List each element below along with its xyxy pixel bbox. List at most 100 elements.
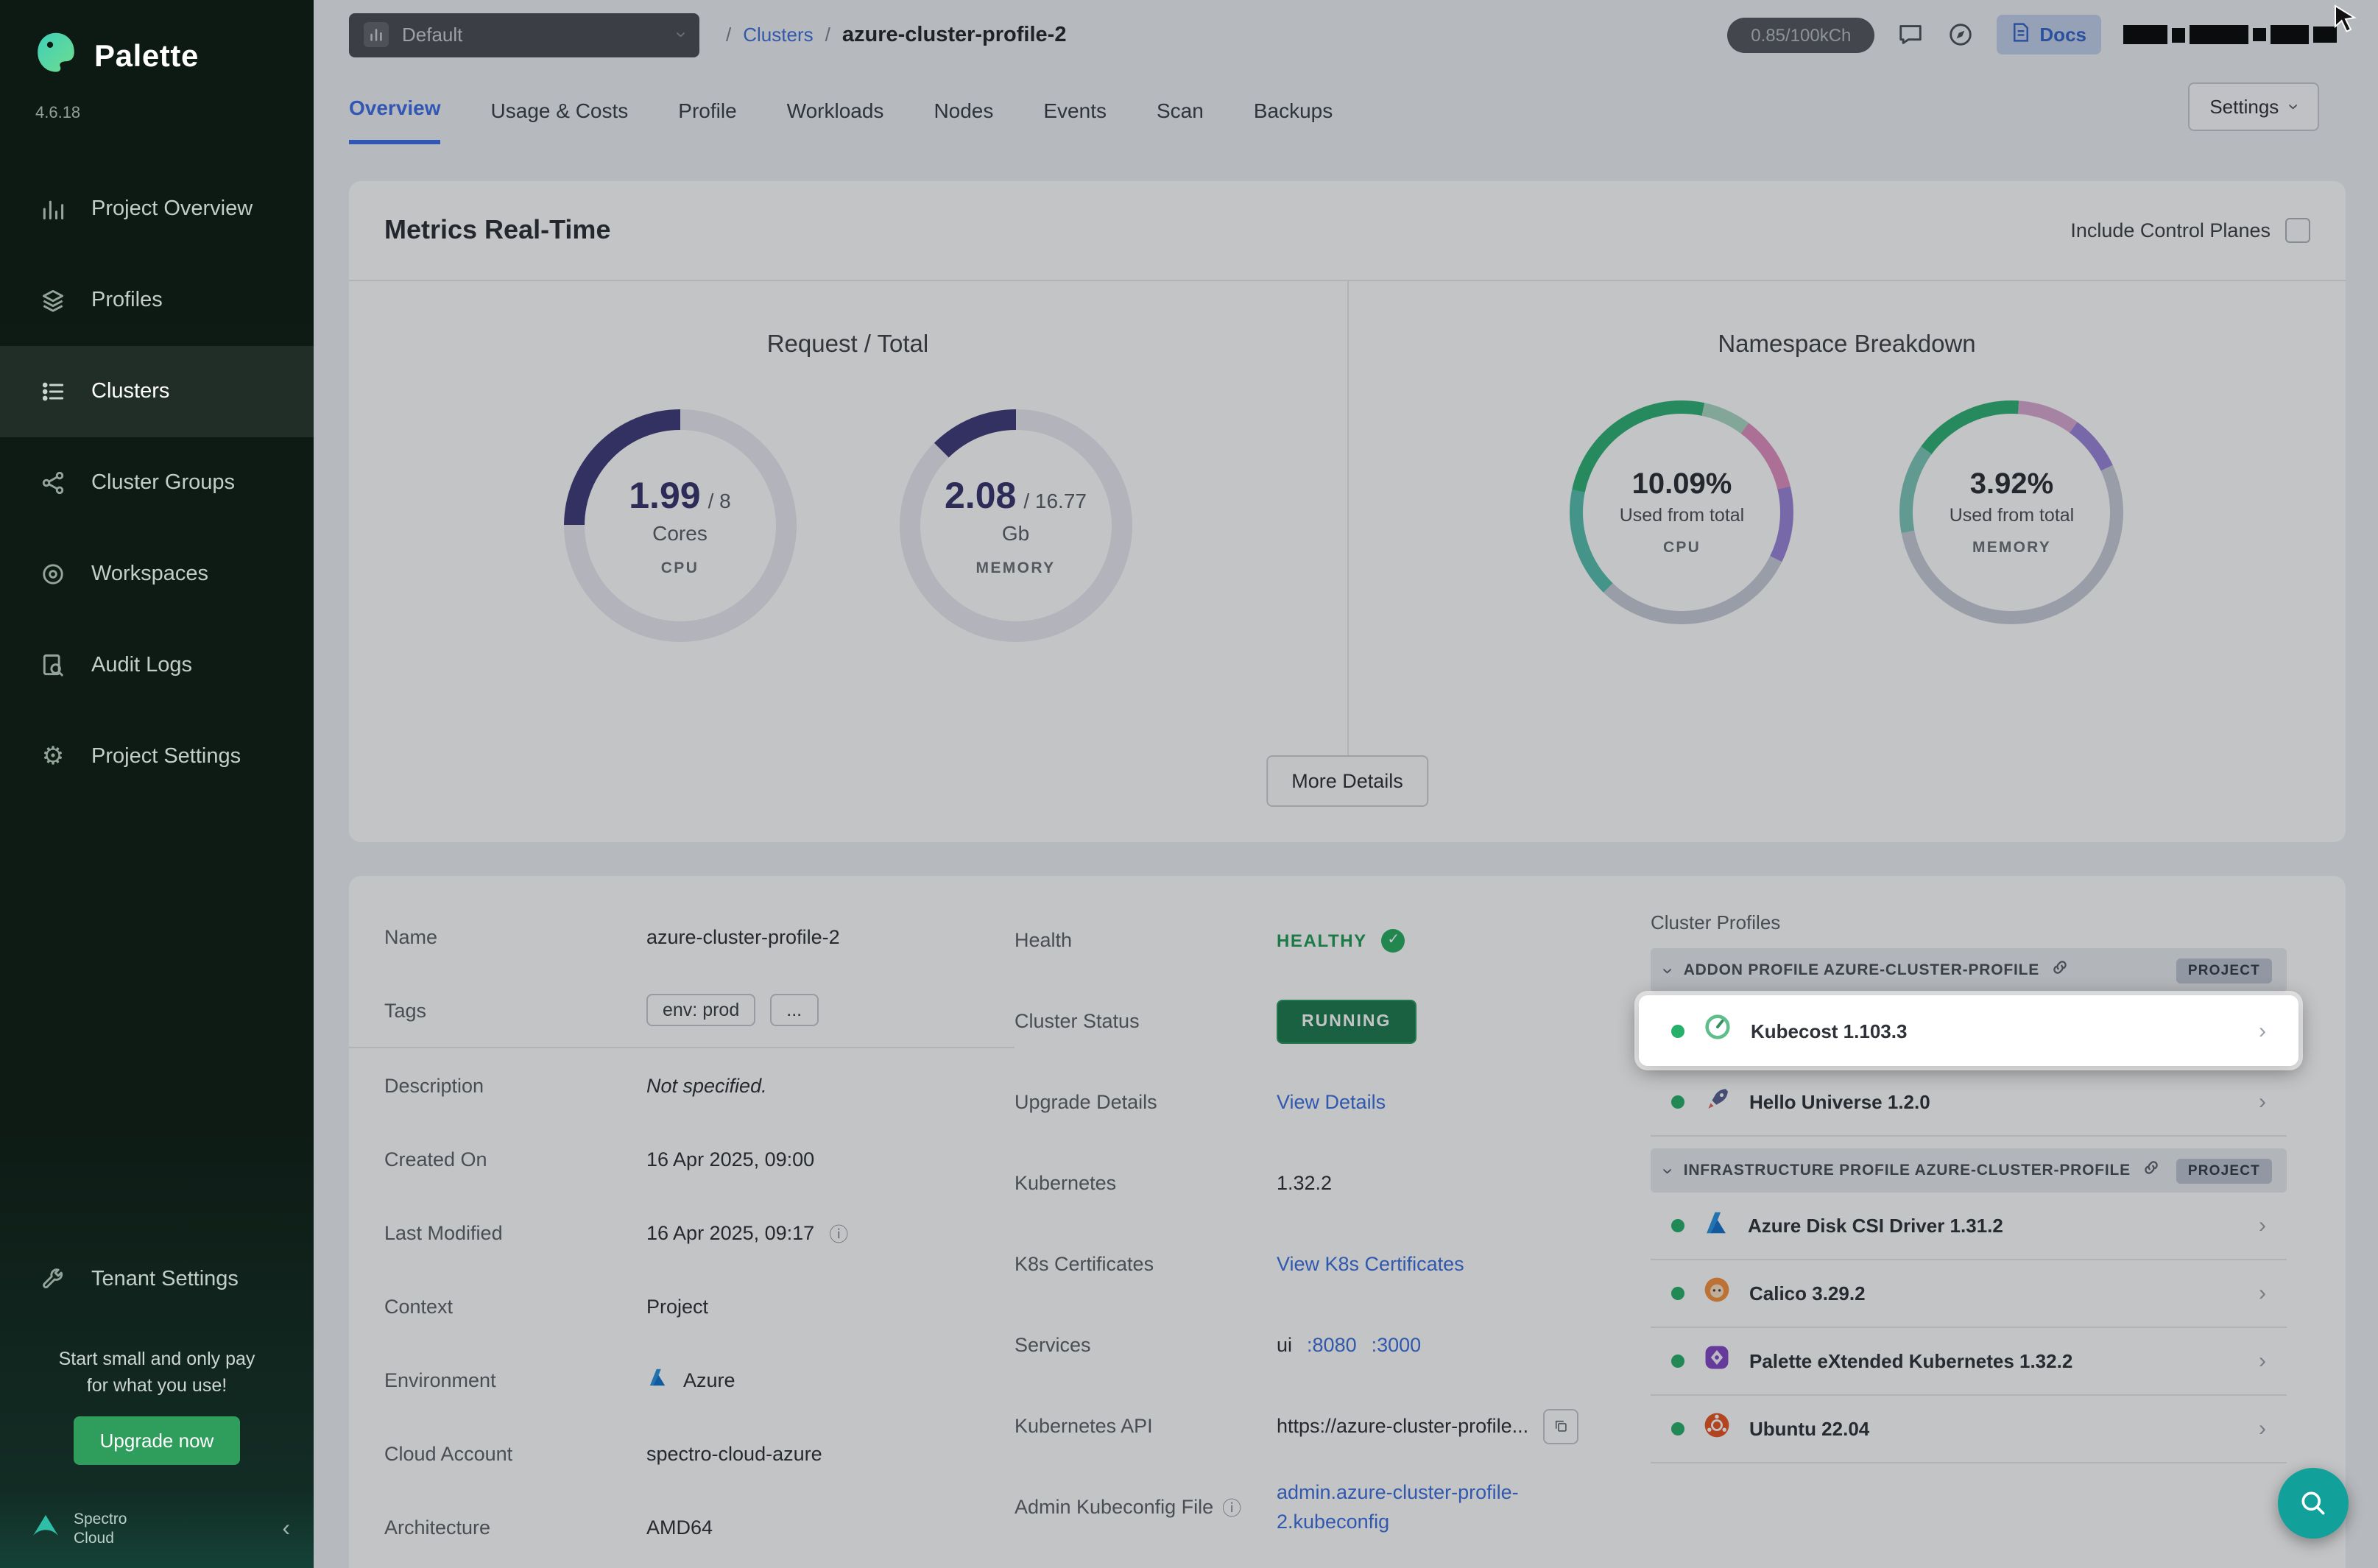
section-title: INFRASTRUCTURE PROFILE AZURE-CLUSTER-PRO… xyxy=(1684,1162,2131,1179)
chevron-right-icon: › xyxy=(2259,1416,2266,1441)
chevron-right-icon: › xyxy=(2259,1090,2266,1115)
sidebar-item-cluster-groups[interactable]: Cluster Groups xyxy=(0,437,314,529)
request-total-panel: Request / Total 1.99/ 8 Cores CPU xyxy=(349,281,1348,767)
help-compass-icon[interactable] xyxy=(1947,21,1975,49)
sidebar-item-audit-logs[interactable]: Audit Logs xyxy=(0,620,314,711)
tab-scan[interactable]: Scan xyxy=(1157,74,1204,142)
last-modified-value: 16 Apr 2025, 09:17 xyxy=(646,1221,814,1243)
breadcrumb-clusters-link[interactable]: Clusters xyxy=(743,24,813,46)
azure-icon xyxy=(646,1366,668,1393)
sidebar-item-tenant-settings[interactable]: Tenant Settings xyxy=(0,1234,314,1325)
chat-icon[interactable] xyxy=(1897,21,1924,49)
service-name: ui xyxy=(1277,1334,1292,1356)
breadcrumb-separator: / xyxy=(726,24,731,46)
sidebar-item-workspaces[interactable]: Workspaces xyxy=(0,529,314,620)
sidebar-item-label: Profiles xyxy=(91,289,163,312)
wrench-icon xyxy=(38,1266,68,1293)
profile-row-azure-disk-csi[interactable]: Azure Disk CSI Driver 1.31.2 › xyxy=(1651,1193,2287,1260)
tab-overview[interactable]: Overview xyxy=(349,72,441,144)
sidebar: Palette 4.6.18 Project Overview Profiles… xyxy=(0,0,314,1568)
running-status-badge[interactable]: RUNNING xyxy=(1277,999,1416,1043)
calico-icon xyxy=(1702,1275,1732,1312)
detail-row: Created On16 Apr 2025, 09:00 xyxy=(349,1122,1015,1196)
tab-profile[interactable]: Profile xyxy=(678,74,736,142)
top-bar-right: 0.85/100kCh Docs xyxy=(1727,15,2337,54)
info-icon: ⓘ xyxy=(829,1218,848,1246)
profile-row-palette-extended-kubernetes[interactable]: Palette eXtended Kubernetes 1.32.2 › xyxy=(1651,1328,2287,1396)
sidebar-item-project-settings[interactable]: ⚙ Project Settings xyxy=(0,711,314,802)
chevron-right-icon: › xyxy=(2259,1213,2266,1238)
project-selector-value: Default xyxy=(402,24,462,46)
detail-row: Nameazure-cluster-profile-2 xyxy=(349,900,1015,973)
admin-kubeconfig-link[interactable]: admin.azure-cluster-profile-2.kubeconfig xyxy=(1277,1478,1571,1536)
profile-name: Azure Disk CSI Driver 1.31.2 xyxy=(1748,1215,2003,1237)
detail-row: Upgrade DetailsView Details xyxy=(1015,1062,1651,1143)
docs-icon xyxy=(2011,22,2031,47)
profile-row-ubuntu[interactable]: Ubuntu 22.04 › xyxy=(1651,1396,2287,1463)
view-details-link[interactable]: View Details xyxy=(1277,1091,1386,1113)
spectro-cloud-logo xyxy=(29,1511,62,1548)
cpu-request-value: 1.99 xyxy=(629,475,700,518)
metrics-title: Metrics Real-Time xyxy=(384,215,610,246)
status-dot xyxy=(1671,1095,1684,1109)
namespace-breakdown-heading: Namespace Breakdown xyxy=(1718,331,1975,359)
tab-events[interactable]: Events xyxy=(1043,74,1107,142)
brand-row: Palette xyxy=(0,0,314,84)
profile-row-calico[interactable]: Calico 3.29.2 › xyxy=(1651,1260,2287,1328)
sidebar-item-profiles[interactable]: Profiles xyxy=(0,255,314,346)
sidebar-item-clusters[interactable]: Clusters xyxy=(0,346,314,437)
copy-api-url-button[interactable] xyxy=(1543,1408,1578,1444)
top-bar: Default › / Clusters / azure-cluster-pro… xyxy=(314,0,2378,69)
tab-workloads[interactable]: Workloads xyxy=(787,74,884,142)
status-dot xyxy=(1671,1422,1684,1435)
more-details-button[interactable]: More Details xyxy=(1266,755,1428,807)
detail-row: Tagsenv: prod... xyxy=(349,973,1015,1047)
service-port-8080-link[interactable]: :8080 xyxy=(1307,1334,1357,1356)
quick-search-fab[interactable] xyxy=(2278,1468,2349,1539)
cpu-total-value: / 8 xyxy=(708,488,731,512)
profile-row-kubecost[interactable]: Kubecost 1.103.3 › xyxy=(1639,995,2298,1066)
sidebar-item-label: Project Settings xyxy=(91,745,241,769)
memory-gauge-label: MEMORY xyxy=(975,559,1055,576)
project-scope-badge: PROJECT xyxy=(2176,1158,2272,1183)
service-port-3000-link[interactable]: :3000 xyxy=(1372,1334,1422,1356)
addon-profile-section-header[interactable]: › ADDON PROFILE AZURE-CLUSTER-PROFILE PR… xyxy=(1651,948,2287,992)
infrastructure-profile-section-header[interactable]: › INFRASTRUCTURE PROFILE AZURE-CLUSTER-P… xyxy=(1651,1148,2287,1193)
tab-usage-costs[interactable]: Usage & Costs xyxy=(491,74,629,142)
settings-button[interactable]: Settings › xyxy=(2187,82,2319,131)
upgrade-now-button[interactable]: Upgrade now xyxy=(74,1416,241,1465)
namespace-cpu-label: CPU xyxy=(1663,539,1701,557)
cloud-account-value: spectro-cloud-azure xyxy=(646,1442,822,1464)
profile-row-hello-universe[interactable]: Hello Universe 1.2.0 › xyxy=(1651,1069,2287,1137)
chevron-right-icon: › xyxy=(2259,1281,2266,1306)
detail-row: Kubernetes1.32.2 xyxy=(1015,1143,1651,1223)
collapse-sidebar-icon[interactable]: ‹ xyxy=(282,1516,290,1543)
status-dot xyxy=(1671,1287,1684,1300)
include-control-planes-checkbox[interactable] xyxy=(2285,218,2310,243)
detail-row: ArchitectureAMD64 xyxy=(349,1490,1015,1564)
main-area: Default › / Clusters / azure-cluster-pro… xyxy=(314,0,2378,1568)
detail-row: Last Modified16 Apr 2025, 09:17ⓘ xyxy=(349,1196,1015,1269)
namespace-cpu-percent: 10.09% xyxy=(1632,468,1732,502)
kubecost-icon xyxy=(1702,1011,1733,1050)
project-scope-badge: PROJECT xyxy=(2176,958,2272,983)
brand-name: Palette xyxy=(94,39,199,74)
cluster-details-card: Nameazure-cluster-profile-2 Tagsenv: pro… xyxy=(349,876,2346,1568)
sidebar-item-project-overview[interactable]: Project Overview xyxy=(0,163,314,255)
gear-icon: ⚙ xyxy=(38,742,68,771)
kubernetes-api-url: https://azure-cluster-profile... xyxy=(1277,1415,1528,1437)
tab-backups[interactable]: Backups xyxy=(1254,74,1333,142)
cpu-gauge-label: CPU xyxy=(661,559,699,576)
tag-chip: env: prod xyxy=(646,994,755,1026)
profile-name: Hello Universe 1.2.0 xyxy=(1749,1091,1930,1113)
view-k8s-certificates-link[interactable]: View K8s Certificates xyxy=(1277,1253,1464,1275)
section-title: ADDON PROFILE AZURE-CLUSTER-PROFILE xyxy=(1684,961,2039,979)
namespace-memory-percent: 3.92% xyxy=(1970,468,2053,502)
docs-button[interactable]: Docs xyxy=(1997,15,2101,54)
status-dot xyxy=(1671,1024,1684,1037)
tags-more-chip[interactable]: ... xyxy=(770,994,818,1026)
project-selector[interactable]: Default › xyxy=(349,13,699,57)
redacted-user-info xyxy=(2123,25,2337,44)
profile-name: Kubecost 1.103.3 xyxy=(1751,1020,1907,1042)
tab-nodes[interactable]: Nodes xyxy=(934,74,993,142)
